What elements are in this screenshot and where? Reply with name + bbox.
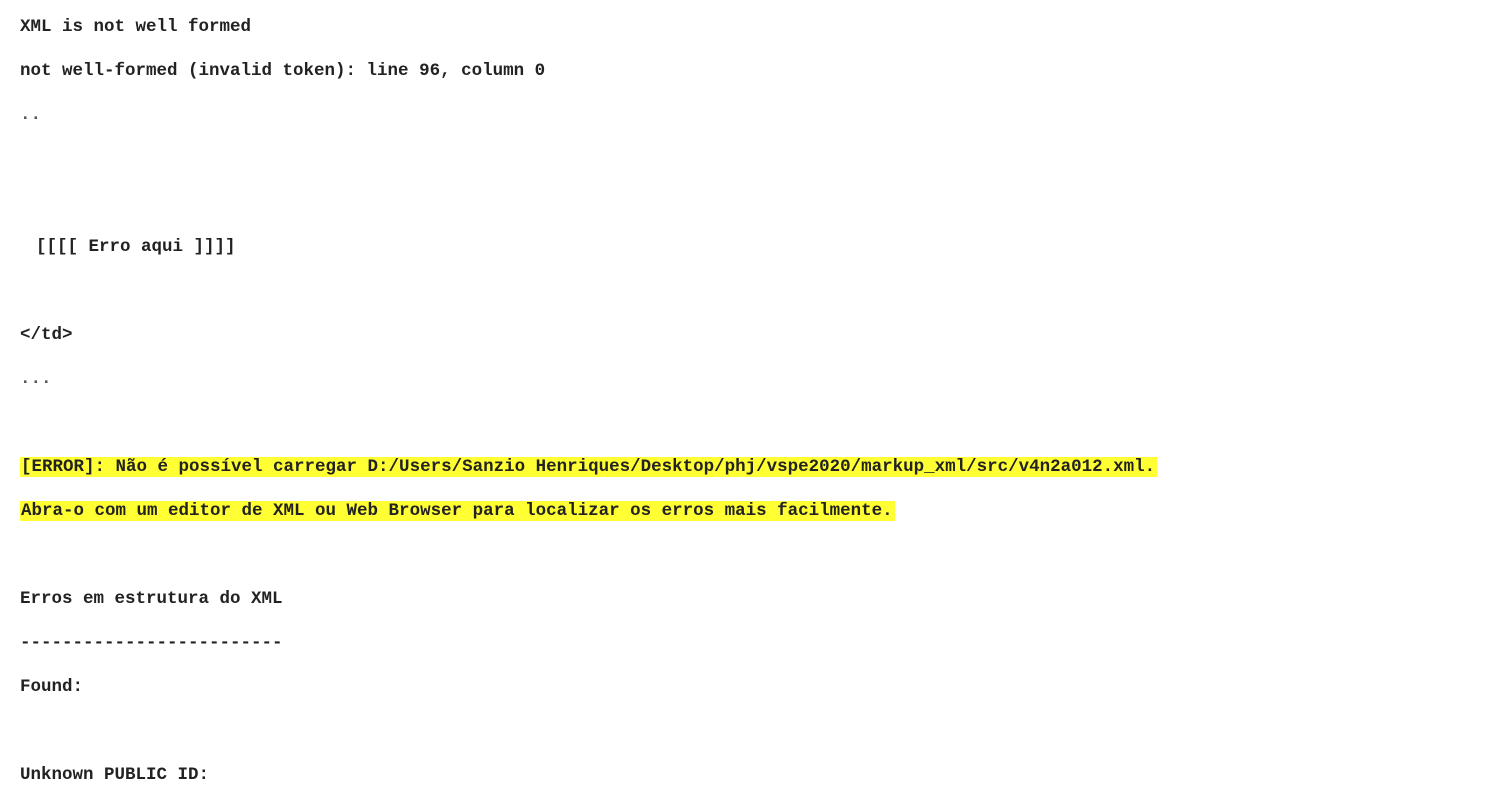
ellipsis-long: ... (20, 369, 52, 389)
error-report-page: XML is not well formed not well-formed (… (0, 0, 1504, 800)
error-message-line1: [ERROR]: Não é possível carregar D:/User… (20, 456, 1158, 478)
unknown-public-id-label: Unknown PUBLIC ID: (20, 765, 210, 785)
error-message-highlight-2: Abra-o com um editor de XML ou Web Brows… (20, 501, 895, 521)
ellipsis-short: .. (20, 105, 42, 125)
error-marker: [[[[ Erro aqui ]]]] (36, 237, 236, 257)
found-label: Found: (20, 677, 84, 697)
error-message-highlight-1: [ERROR]: Não é possível carregar D:/User… (20, 457, 1158, 477)
separator-line: ------------------------- (20, 633, 283, 653)
closing-tag: </td> (20, 325, 73, 345)
page-title: XML is not well formed (20, 17, 252, 37)
parse-error-message: not well-formed (invalid token): line 96… (20, 61, 546, 81)
error-message-line2: Abra-o com um editor de XML ou Web Brows… (20, 500, 895, 522)
section-heading: Erros em estrutura do XML (20, 589, 283, 609)
